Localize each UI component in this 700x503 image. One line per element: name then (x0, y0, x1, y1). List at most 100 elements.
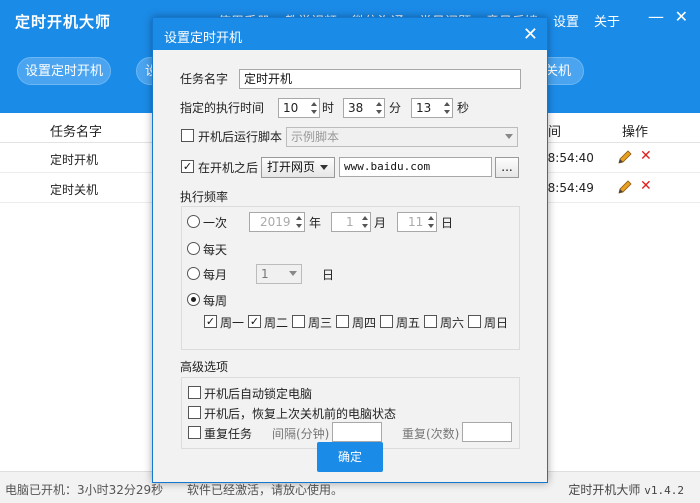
action-select[interactable]: 打开网页 (261, 157, 335, 178)
weekday-thu-checkbox[interactable] (336, 315, 349, 328)
advanced-group: 开机后自动锁定电脑 开机后，恢复上次关机前的电脑状态 重复任务 间隔(分钟) 重… (181, 377, 520, 449)
weekday-fri-checkbox[interactable] (380, 315, 393, 328)
second-value: 13 (416, 101, 432, 115)
edit-icon[interactable] (617, 179, 633, 195)
month-unit: 月 (374, 216, 387, 230)
minute-value: 38 (348, 101, 364, 115)
script-select[interactable]: 示例脚本 (286, 127, 518, 147)
col-time: 间 (548, 125, 562, 140)
menu-settings[interactable]: 设置 (553, 11, 579, 30)
repeat-count-input[interactable] (462, 422, 512, 442)
minute-stepper[interactable]: 38 (343, 98, 385, 118)
freq-once-label: 一次 (203, 216, 228, 230)
monthly-day-select[interactable]: 1 (256, 264, 302, 284)
weekday-sun-label: 周日 (484, 316, 509, 330)
once-month-stepper[interactable]: 1 (331, 212, 371, 232)
uptime-text: 电脑已开机：3小时32分29秒 (5, 483, 164, 497)
minute-unit: 分 (389, 101, 402, 115)
once-year-value: 2019 (260, 215, 291, 229)
chevron-down-icon (320, 165, 329, 170)
chevron-down-icon (289, 271, 297, 276)
brand-version: 定时开机大师 v1.4.2 (568, 481, 684, 498)
lock-after-boot-label: 开机后自动锁定电脑 (204, 387, 313, 401)
repeat-task-label: 重复任务 (204, 427, 253, 441)
second-stepper[interactable]: 13 (411, 98, 453, 118)
weekday-wed-label: 周三 (308, 316, 333, 330)
weekday-sat-checkbox[interactable] (424, 315, 437, 328)
run-script-label: 开机后运行脚本 (198, 130, 283, 144)
weekday-tue-label: 周二 (264, 316, 289, 330)
after-boot-label: 在开机之后 (198, 161, 259, 175)
once-day-value: 11 (408, 215, 424, 229)
browse-button[interactable]: ... (495, 157, 519, 178)
weekday-mon-checkbox[interactable]: ✓ (204, 315, 217, 328)
close-window-button[interactable]: ✕ (675, 9, 688, 25)
weekday-thu-label: 周四 (352, 316, 377, 330)
delete-icon[interactable]: ✕ (640, 178, 652, 194)
row-time: 08:54:40 (540, 151, 594, 165)
monthly-day-value: 1 (261, 267, 269, 281)
restore-state-checkbox[interactable] (188, 406, 201, 419)
dialog-title: 设置定时开机 (164, 31, 243, 46)
menu-about[interactable]: 关于 (594, 11, 620, 30)
app-title: 定时开机大师 (15, 13, 112, 31)
lock-after-boot-checkbox[interactable] (188, 386, 201, 399)
dialog-titlebar: 设置定时开机 ✕ (153, 18, 547, 50)
set-power-on-button[interactable]: 设置定时开机 (17, 57, 111, 85)
freq-daily-label: 每天 (203, 243, 228, 257)
row-task-name: 定时开机 (50, 153, 99, 167)
weekday-wed-checkbox[interactable] (292, 315, 305, 328)
freq-daily-radio[interactable] (187, 242, 200, 255)
minimize-button[interactable]: — (648, 9, 664, 25)
weekday-sat-label: 周六 (440, 316, 465, 330)
advanced-label: 高级选项 (180, 360, 229, 374)
day-unit: 日 (441, 216, 454, 230)
col-task-name: 任务名字 (50, 125, 103, 140)
edit-icon[interactable] (617, 149, 633, 165)
weekday-sun-checkbox[interactable] (468, 315, 481, 328)
once-month-value: 1 (346, 215, 354, 229)
freq-monthly-radio[interactable] (187, 267, 200, 280)
task-name-label: 任务名字 (180, 72, 229, 86)
once-day-stepper[interactable]: 11 (397, 212, 437, 232)
repeat-task-checkbox[interactable] (188, 426, 201, 439)
interval-input[interactable] (332, 422, 382, 442)
set-power-on-dialog: 设置定时开机 ✕ 任务名字 定时开机 指定的执行时间 10 时 38 分 13 … (152, 17, 548, 483)
restore-state-label: 开机后，恢复上次关机前的电脑状态 (204, 407, 397, 421)
freq-monthly-label: 每月 (203, 268, 228, 282)
run-script-checkbox[interactable] (181, 129, 194, 142)
delete-icon[interactable]: ✕ (640, 148, 652, 164)
weekday-fri-label: 周五 (396, 316, 421, 330)
action-select-value: 打开网页 (267, 160, 316, 174)
brand-name: 定时开机大师 (568, 483, 641, 497)
row-task-name: 定时关机 (50, 183, 99, 197)
hour-unit: 时 (322, 101, 335, 115)
year-unit: 年 (309, 216, 322, 230)
url-input[interactable]: www.baidu.com (339, 157, 492, 177)
hour-value: 10 (283, 101, 299, 115)
exec-time-label: 指定的执行时间 (180, 101, 265, 115)
dialog-close-icon[interactable]: ✕ (523, 24, 538, 45)
interval-label: 间隔(分钟) (272, 427, 330, 441)
col-actions: 操作 (622, 125, 649, 140)
freq-weekly-label: 每周 (203, 294, 228, 308)
second-unit: 秒 (457, 101, 470, 115)
monthly-day-unit: 日 (322, 268, 335, 282)
repeat-count-label: 重复(次数) (402, 427, 460, 441)
script-select-value: 示例脚本 (291, 130, 340, 144)
activation-text: 软件已经激活，请放心使用。 (187, 483, 344, 497)
hour-stepper[interactable]: 10 (278, 98, 320, 118)
weekday-tue-checkbox[interactable]: ✓ (248, 315, 261, 328)
chevron-down-icon (505, 134, 513, 139)
freq-weekly-radio[interactable] (187, 293, 200, 306)
after-boot-checkbox[interactable]: ✓ (181, 160, 194, 173)
weekday-mon-label: 周一 (220, 316, 245, 330)
once-year-stepper[interactable]: 2019 (249, 212, 305, 232)
task-name-input[interactable]: 定时开机 (239, 69, 521, 89)
confirm-button[interactable]: 确定 (317, 442, 383, 472)
row-time: 08:54:49 (540, 181, 594, 195)
dialog-body: 任务名字 定时开机 指定的执行时间 10 时 38 分 13 秒 开机后运行脚本… (153, 50, 547, 482)
freq-once-radio[interactable] (187, 215, 200, 228)
frequency-label: 执行频率 (180, 190, 229, 204)
version-text: v1.4.2 (644, 484, 684, 497)
